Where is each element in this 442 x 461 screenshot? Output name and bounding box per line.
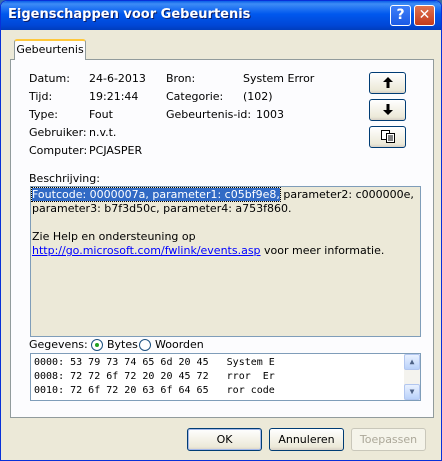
bytes-radio[interactable] xyxy=(91,339,103,351)
radio-selected-dot xyxy=(95,343,99,347)
bron-value: System Error xyxy=(243,72,315,85)
window-title: Eigenschappen voor Gebeurtenis xyxy=(8,7,251,22)
tab-panel: Datum: 24-6-2013 Tijd: 19:21:44 Type: Fo… xyxy=(10,59,434,418)
bytes-radio-label[interactable]: Bytes xyxy=(107,338,138,351)
gebruiker-value: n.v.t. xyxy=(89,126,117,139)
computer-label: Computer: xyxy=(29,144,88,157)
tab-gebeurtenis[interactable]: Gebeurtenis xyxy=(14,39,86,60)
scroll-down-icon[interactable]: ▼ xyxy=(404,384,420,400)
datum-label: Datum: xyxy=(29,72,70,85)
properties-dialog: Eigenschappen voor Gebeurtenis ? ✕ Gebeu… xyxy=(0,0,442,461)
words-radio-label[interactable]: Woorden xyxy=(155,338,204,351)
scroll-up-icon[interactable]: ▲ xyxy=(404,354,420,370)
event-id-label: Gebeurtenis-id: xyxy=(166,108,252,121)
copy-button[interactable] xyxy=(369,126,406,148)
apply-button[interactable]: Toepassen xyxy=(351,428,426,451)
data-label: Gegevens: xyxy=(29,338,88,351)
help-link[interactable]: http://go.microsoft.com/fwlink/events.as… xyxy=(32,244,261,257)
ok-button[interactable]: OK xyxy=(187,428,262,451)
arrow-up-icon xyxy=(382,77,393,88)
datum-value: 24-6-2013 xyxy=(89,72,146,85)
categorie-label: Categorie: xyxy=(166,90,224,103)
cancel-button[interactable]: Annuleren xyxy=(269,428,344,451)
help-prefix: Zie Help en ondersteuning op xyxy=(32,230,196,243)
event-id-value: 1003 xyxy=(256,108,284,121)
description-label: Beschrijving: xyxy=(29,172,100,185)
next-event-button[interactable] xyxy=(369,99,406,121)
hex-line: 0008: 72 72 6f 72 20 20 45 72 rror Er xyxy=(34,371,275,382)
help-suffix: voor meer informatie. xyxy=(260,244,385,257)
description-text[interactable]: Foutcode: 0000007a, parameter1: c05bf9e8… xyxy=(30,186,421,337)
data-hex-view[interactable]: 0000: 53 79 73 74 65 6d 20 45 System E 0… xyxy=(30,353,421,401)
tijd-label: Tijd: xyxy=(29,90,53,103)
hex-line: 0010: 72 6f 72 20 63 6f 64 65 ror code xyxy=(34,385,275,396)
categorie-value: (102) xyxy=(243,90,273,103)
hex-line: 0000: 53 79 73 74 65 6d 20 45 System E xyxy=(34,357,275,368)
description-selection: Foutcode: 0000007a, parameter1: c05bf9e8… xyxy=(31,187,281,202)
gebruiker-label: Gebruiker: xyxy=(29,126,87,139)
bron-label: Bron: xyxy=(166,72,196,85)
arrow-down-icon xyxy=(382,104,393,115)
help-button[interactable]: ? xyxy=(390,5,411,26)
previous-event-button[interactable] xyxy=(369,72,406,94)
type-value: Fout xyxy=(89,108,113,121)
type-label: Type: xyxy=(29,108,58,121)
tijd-value: 19:21:44 xyxy=(89,90,139,103)
computer-value: PCJASPER xyxy=(89,144,143,157)
close-button[interactable]: ✕ xyxy=(414,5,435,26)
title-bar[interactable]: Eigenschappen voor Gebeurtenis ? ✕ xyxy=(1,1,441,30)
hex-scrollbar[interactable]: ▲ ▼ xyxy=(404,354,420,400)
words-radio[interactable] xyxy=(139,339,151,351)
copy-icon xyxy=(380,130,395,143)
